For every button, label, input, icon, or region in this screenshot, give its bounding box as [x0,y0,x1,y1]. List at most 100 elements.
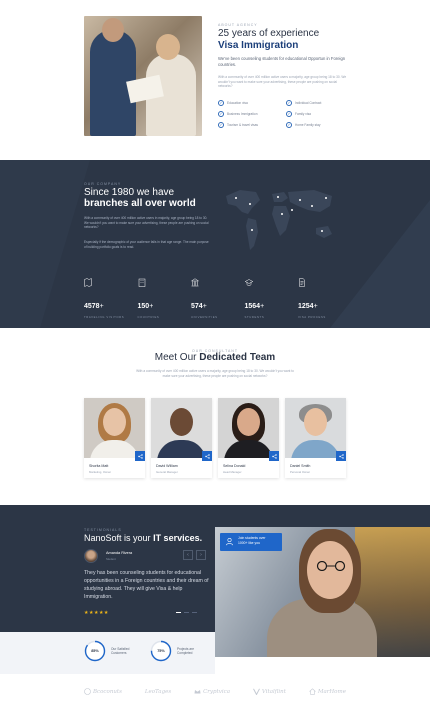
crown-icon [194,690,201,694]
feature-item: ✓ Family visa [286,111,311,117]
team-member-role: General Manager [156,470,178,474]
stat-label: Visa Process [298,315,326,319]
team-card[interactable]: Shorita Matt Marketing, Owner [84,398,145,478]
check-circle-icon: ✓ [218,122,224,128]
share-icon [271,453,277,459]
share-icon [204,453,210,459]
bank-icon [190,278,200,287]
glasses-shape [316,561,346,571]
share-icon [338,453,344,459]
partner-logo[interactable]: Vitalflint [252,688,286,695]
stat-label: Students [244,315,265,319]
team-member-name: David William [156,464,178,468]
v-mark-icon [252,688,260,695]
prev-button[interactable]: ‹ [183,550,193,560]
team-card[interactable]: David William General Manager [151,398,212,478]
check-circle-icon: ✓ [218,111,224,117]
team-card[interactable]: Daniel Smith Personal Owner [285,398,346,478]
building-icon [138,278,145,287]
stat-value: 1254 [298,303,314,310]
history-paragraph: With a community of over 400 million act… [84,216,209,230]
stat-label: Traveling Visitors [84,315,125,319]
chevron-right-icon: › [200,552,202,558]
company-history-section: Our Company Since 1980 we have branches … [0,160,430,328]
progress-label: Our Satisfied Customers [111,646,130,655]
testimonial-author-role: Student [106,557,116,561]
share-button[interactable] [135,451,145,461]
stat-item: 150+ Countries [138,277,186,319]
slider-dots [176,612,197,613]
about-title-bold: Visa Immigration [218,40,299,51]
share-button[interactable] [336,451,346,461]
slider-dot[interactable] [184,612,189,613]
about-title: 25 years of experience [218,28,320,39]
team-title: Meet Our Dedicated Team [154,352,276,363]
team-member-role: Marketing, Owner [89,470,112,474]
team-member-name: Selina Donald [223,464,246,468]
document-icon [299,278,305,287]
avatar [84,549,98,563]
stat-item: 1254+ Visa Process [298,277,346,319]
share-button[interactable] [269,451,279,461]
about-lead: We've been counseling students for educa… [218,56,346,67]
about-eyebrow: About Agency [218,23,258,27]
feature-item: ✓ Individual Contract [286,100,322,106]
stat-value: 574 [191,303,203,310]
feature-item: ✓ Business Immigration [218,111,258,117]
testimonial-title: NanoSoft is your IT services. [84,533,203,543]
check-circle-icon: ✓ [218,100,224,106]
share-icon [137,453,143,459]
feature-item: ✓ Tourism & travel visas [218,122,258,128]
slider-dot[interactable] [176,612,181,613]
progress-value: 75% [157,649,165,653]
star-rating: ★★★★★ [84,610,109,616]
slider-dot[interactable] [192,612,197,613]
team-member-photo [285,398,346,458]
progress-item: 85% Our Satisfied Customers [84,640,141,662]
stat-item: 4578+ Traveling Visitors [84,277,132,319]
testimonial-eyebrow: Testimonials [84,528,122,532]
next-button[interactable]: › [196,550,206,560]
partner-logos: Bcoconuts LeoTages Cryptvica Vitalflint … [84,688,346,695]
history-title: Since 1980 we have [84,187,175,198]
feature-list: ✓ Education visa ✓ Individual Contract ✓ Bu… [218,100,348,128]
team-card[interactable]: Selina Donald Head Manager [218,398,279,478]
history-eyebrow: Our Company [84,182,122,186]
feature-item: ✓ Home Family stay [286,122,321,128]
testimonial-author-name: Amanda Rivera [106,551,133,555]
stats-row: 4578+ Traveling Visitors 150+ Countries … [84,277,346,319]
partner-logo[interactable]: MarHome [309,688,346,695]
stat-label: Universities [191,315,218,319]
progress-ring: 85% [84,640,106,662]
stat-value: 4578 [84,303,100,310]
about-section: About Agency 25 years of experience Visa… [0,0,430,160]
users-icon [226,537,233,546]
partner-logo[interactable]: Bcoconuts [84,688,122,695]
team-member-photo [84,398,145,458]
history-paragraph: Especially if the demographic of your au… [84,240,209,249]
partner-logo[interactable]: Cryptvica [194,688,230,695]
slider-controls: ‹ › [183,550,206,560]
progress-label: Projects are Completed [177,646,195,655]
team-member-role: Personal Owner [290,470,311,474]
progress-value: 85% [91,649,99,653]
team-member-photo [151,398,212,458]
join-students-badge[interactable]: Join students over 1000+ like you [220,533,282,551]
stat-label: Countries [137,315,160,319]
about-photo [84,16,202,136]
world-map-icon [226,190,332,250]
team-member-photo [218,398,279,458]
promo-line: 1000+ like you [238,541,260,545]
team-member-name: Daniel Smith [290,464,311,468]
about-body: With a community of over 400 million act… [218,75,347,89]
history-title-bold: branches all over world [84,198,196,209]
stat-item: 574+ Universities [190,277,239,319]
stat-value: 150 [137,303,150,310]
team-member-role: Head Manager [223,470,242,474]
check-circle-icon: ✓ [286,111,292,117]
progress-ring: 75% [150,640,172,662]
share-button[interactable] [202,451,212,461]
chevron-left-icon: ‹ [187,552,189,558]
team-member-name: Shorita Matt [89,464,109,468]
partner-logo[interactable]: LeoTages [145,689,171,695]
